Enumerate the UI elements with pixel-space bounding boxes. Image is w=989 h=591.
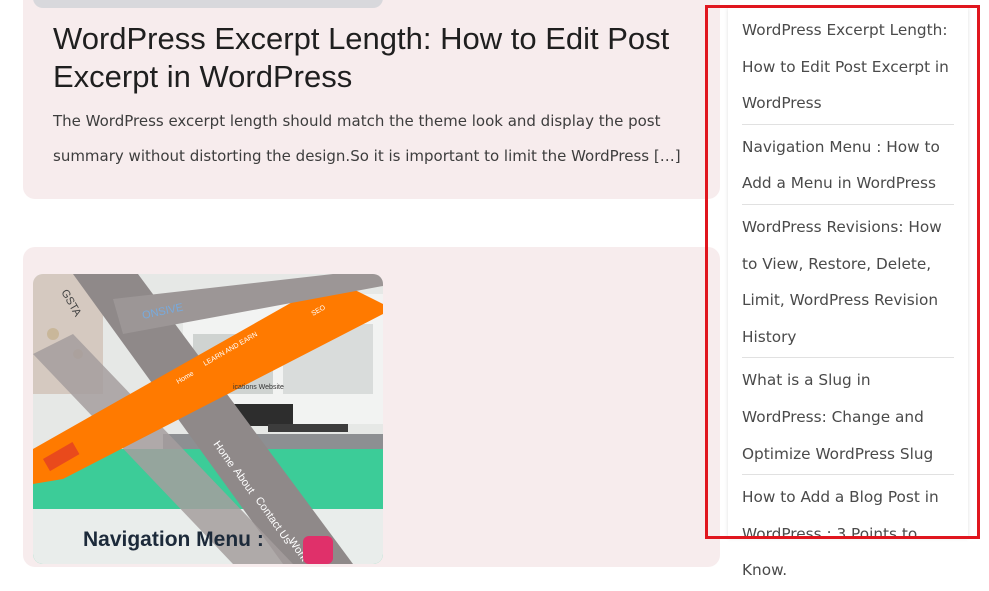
svg-text:ications Website: ications Website bbox=[233, 384, 284, 391]
post-featured-image[interactable]: GSTA Home LEARN AND EARN SEO ications We… bbox=[33, 274, 383, 564]
highlight-box bbox=[705, 5, 980, 539]
post-title[interactable]: WordPress Excerpt Length: How to Edit Po… bbox=[53, 20, 703, 96]
post-thumbnail[interactable] bbox=[33, 0, 383, 8]
post-card-excerpt-length: WordPress Excerpt Length: How to Edit Po… bbox=[23, 0, 720, 199]
image-caption-text: Navigation Menu : bbox=[83, 528, 264, 551]
post-card-navigation-menu: GSTA Home LEARN AND EARN SEO ications We… bbox=[23, 247, 720, 567]
featured-image-illustration: GSTA Home LEARN AND EARN SEO ications We… bbox=[33, 274, 383, 564]
post-excerpt: The WordPress excerpt length should matc… bbox=[53, 112, 681, 165]
